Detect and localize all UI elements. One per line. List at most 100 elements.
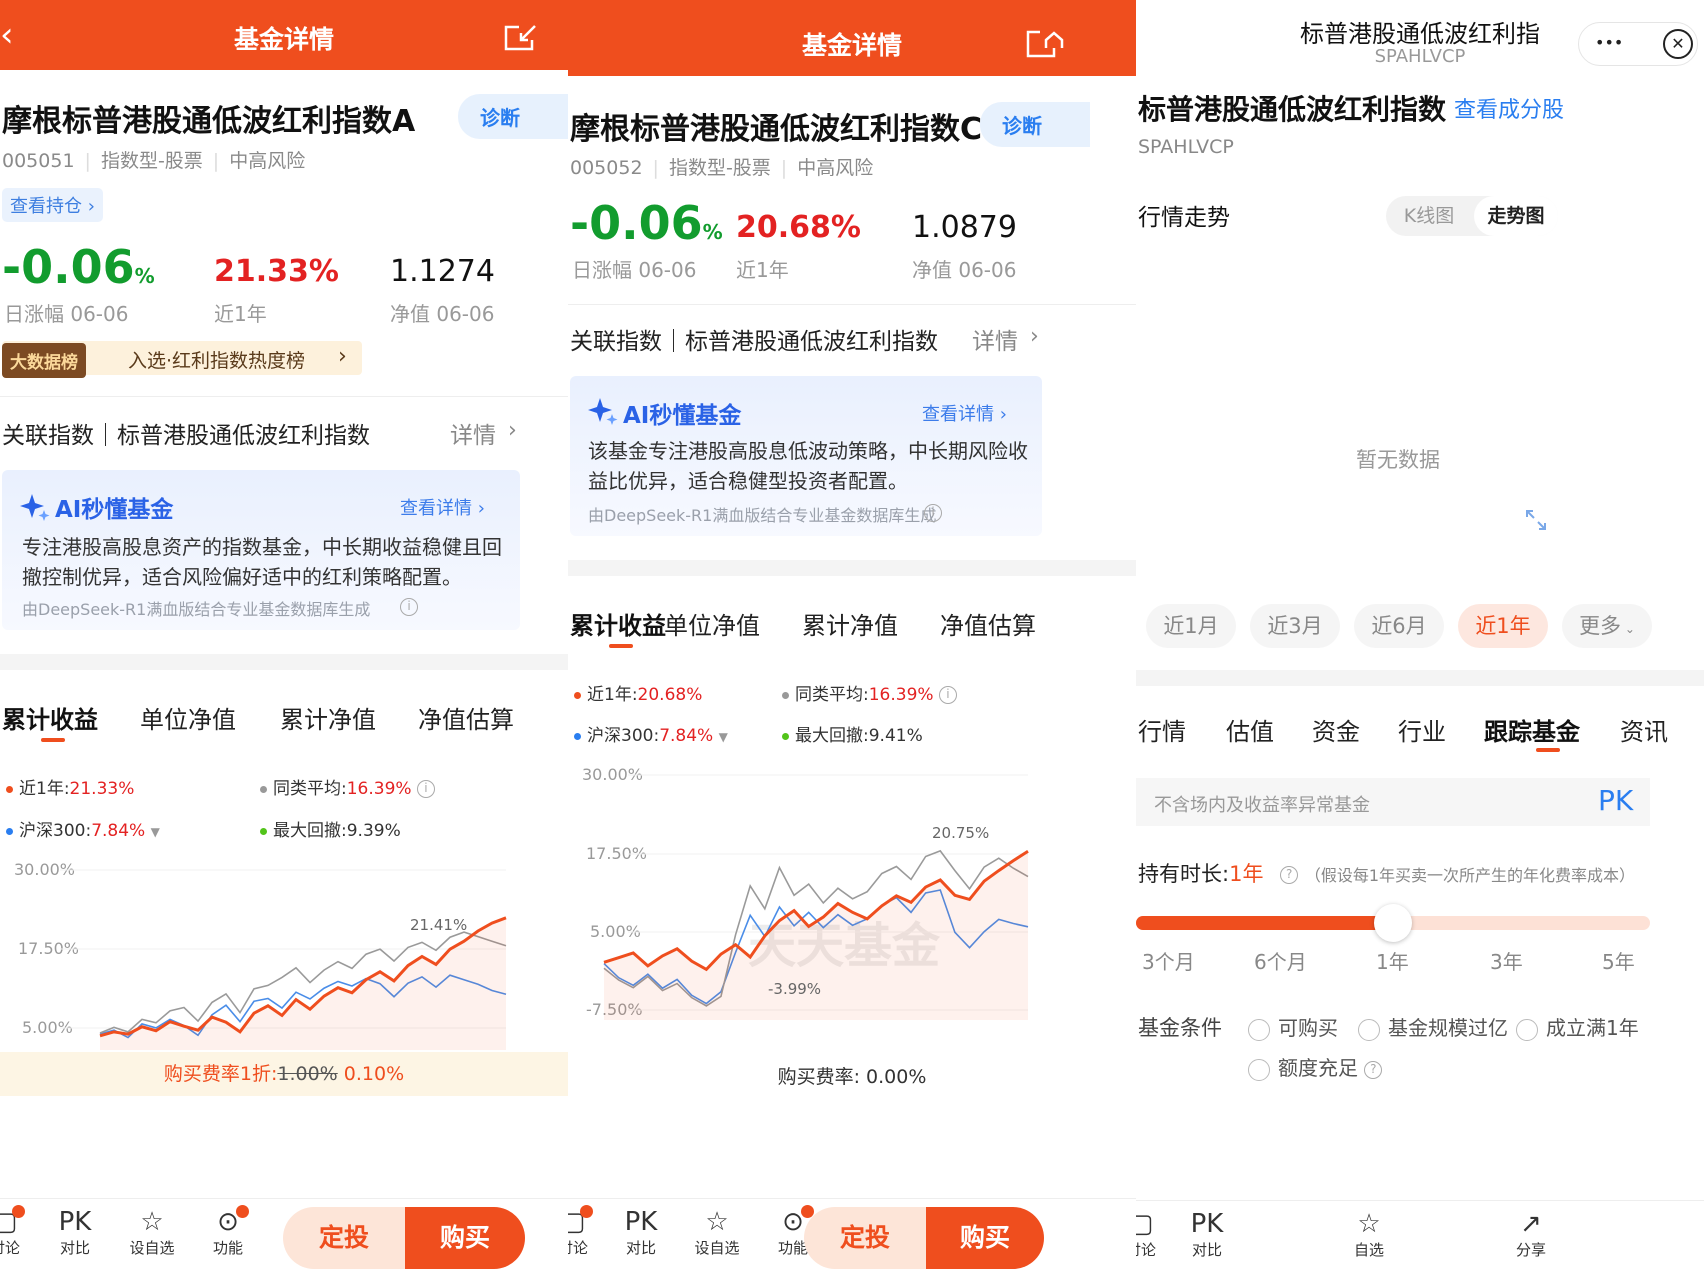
purchase-fee: 购买费率1折:1.00% 0.10%	[0, 1052, 568, 1096]
tab-cumulative-return[interactable]: 累计收益	[2, 700, 98, 735]
info-icon[interactable]: i	[924, 504, 942, 522]
tab-cumulative-nav[interactable]: 累计净值	[280, 700, 376, 735]
compare-button[interactable]: PK 对比	[1172, 1209, 1242, 1260]
tab-news[interactable]: 资讯	[1620, 712, 1668, 747]
star-icon: ☆	[140, 1207, 164, 1237]
slider-tick: 5年	[1602, 950, 1635, 974]
fund-detail-panel-a: ‹ 基金详情 摩根标普港股通低波红利指数A 诊断 005051 | 指数型-股票 | 中…	[0, 0, 568, 1278]
pk-icon: PK	[58, 1207, 92, 1237]
constituents-link[interactable]: 查看成分股	[1454, 92, 1564, 124]
compare-button[interactable]: PK 对比	[606, 1207, 676, 1258]
sparkle-icon	[20, 494, 50, 521]
rank-text: 入选·红利指数热度榜	[128, 350, 306, 372]
add-watchlist-button[interactable]: ☆ 设自选	[682, 1207, 752, 1258]
rank-badge: 大数据榜	[2, 343, 86, 378]
kline-toggle[interactable]: K线图	[1386, 196, 1472, 236]
slider-tick: 3年	[1490, 950, 1523, 974]
auto-invest-button[interactable]: 定投	[804, 1207, 926, 1269]
pk-icon: PK	[624, 1207, 658, 1237]
add-watchlist-button[interactable]: ☆ 设自选	[117, 1207, 187, 1258]
legend-max-drawdown: 最大回撤:9.41%	[782, 721, 923, 746]
fund-type: 指数型-股票	[100, 150, 203, 172]
index-detail-link[interactable]: 详情	[450, 416, 496, 450]
year-return-label: 近1年	[736, 258, 789, 282]
ai-detail-link[interactable]: 查看详情 ›	[922, 400, 1007, 426]
buy-button[interactable]: 购买	[926, 1207, 1044, 1269]
share-exit-icon[interactable]	[503, 24, 537, 52]
functions-button[interactable]: ⊙ 功能	[193, 1207, 263, 1258]
legend-peer-average: 同类平均:16.39% i	[260, 774, 435, 799]
tab-industry[interactable]: 行业	[1398, 712, 1446, 747]
index-detail-link[interactable]: 详情	[972, 322, 1018, 356]
more-icon: ⊙	[217, 1207, 239, 1237]
tab-cumulative-nav[interactable]: 累计净值	[802, 606, 898, 641]
trough-label: -3.99%	[768, 980, 822, 998]
watchlist-button[interactable]: ☆ 自选	[1334, 1209, 1404, 1260]
range-1y[interactable]: 近1年	[1458, 604, 1548, 648]
trend-title: 行情走势	[1138, 205, 1230, 231]
related-index[interactable]: 关联指数｜标普港股通低波红利指数	[2, 416, 370, 450]
pk-button[interactable]: PK	[1598, 784, 1633, 817]
more-icon[interactable]: •••	[1595, 33, 1623, 52]
return-chart[interactable]	[0, 860, 568, 1055]
share-button[interactable]: ↗ 分享	[1496, 1209, 1566, 1260]
legend-csi300[interactable]: 沪深300:7.84% ▼	[574, 721, 728, 746]
legend-csi300[interactable]: 沪深300:7.84% ▼	[6, 816, 160, 841]
rank-banner[interactable]: 大数据榜 入选·红利指数热度榜 ›	[2, 341, 362, 378]
return-chart[interactable]	[568, 770, 1136, 1060]
tab-unit-nav[interactable]: 单位净值	[140, 700, 236, 735]
tab-unit-nav[interactable]: 单位净值	[664, 606, 760, 641]
section-gap	[0, 654, 568, 670]
cond-quota[interactable]: 额度充足 ?	[1248, 1052, 1383, 1081]
header-bar: 基金详情	[568, 0, 1136, 76]
year-return-label: 近1年	[214, 302, 267, 326]
header-bar: ‹ 基金详情	[0, 0, 568, 70]
range-3m[interactable]: 近3月	[1250, 604, 1340, 648]
slider-tick: 1年	[1376, 950, 1409, 974]
no-data: 暂无数据	[1356, 448, 1440, 472]
range-6m[interactable]: 近6月	[1354, 604, 1444, 648]
compare-button[interactable]: PK 对比	[40, 1207, 110, 1258]
purchase-fee: 购买费率: 0.00%	[777, 1066, 927, 1088]
cond-purchasable[interactable]: 可购买	[1248, 1012, 1338, 1041]
fund-meta: 005052 | 指数型-股票 | 中高风险	[570, 157, 874, 179]
tab-tracking-funds[interactable]: 跟踪基金	[1484, 712, 1580, 747]
ai-source: 由DeepSeek-R1满血版结合专业基金数据库生成	[22, 600, 371, 619]
discuss-button[interactable]: ▢讨论	[1136, 1209, 1176, 1260]
index-name: 标普港股通低波红利指数	[1138, 93, 1447, 126]
buy-button[interactable]: 购买	[405, 1207, 525, 1269]
tab-funds[interactable]: 资金	[1312, 712, 1360, 747]
tab-market[interactable]: 行情	[1138, 712, 1186, 747]
related-index[interactable]: 关联指数｜标普港股通低波红利指数	[570, 322, 938, 356]
slider-tick: 6个月	[1254, 950, 1307, 974]
close-icon[interactable]: ✕	[1663, 29, 1693, 59]
auto-invest-button[interactable]: 定投	[283, 1207, 405, 1269]
diagnose-button[interactable]: 诊断	[980, 102, 1090, 147]
tab-cumulative-return[interactable]: 累计收益	[570, 606, 666, 641]
fund-risk: 中高风险	[229, 150, 306, 172]
home-icon[interactable]	[1024, 28, 1064, 60]
chevron-right-icon: ›	[1030, 324, 1039, 349]
ai-detail-link[interactable]: 查看详情 ›	[400, 494, 485, 520]
range-more[interactable]: 更多 ⌄	[1562, 604, 1652, 648]
divider	[0, 396, 568, 397]
cond-age[interactable]: 成立满1年	[1516, 1012, 1639, 1041]
daily-change-label: 日涨幅 06-06	[572, 258, 697, 282]
chat-icon: ▢	[1136, 1209, 1154, 1239]
fund-detail-panel-c: 基金详情 摩根标普港股通低波红利指数C 诊断 005052 | 指数型-股票 | 中高风…	[568, 0, 1136, 1278]
tab-nav-estimate[interactable]: 净值估算	[940, 606, 1036, 641]
info-icon[interactable]: i	[400, 598, 418, 616]
expand-icon[interactable]	[1524, 508, 1548, 532]
holdings-link[interactable]: 查看持仓 ›	[2, 188, 103, 222]
filter-placeholder: 不含场内及收益率异常基金	[1154, 795, 1370, 816]
filter-bar[interactable]: 不含场内及收益率异常基金 PK	[1136, 778, 1650, 826]
year-return: 21.33%	[214, 254, 339, 289]
star-icon: ☆	[705, 1207, 729, 1237]
tab-nav-estimate[interactable]: 净值估算	[418, 700, 514, 735]
holding-slider-thumb[interactable]	[1374, 904, 1412, 942]
trend-toggle[interactable]: 走势图	[1474, 196, 1558, 236]
range-1m[interactable]: 近1月	[1146, 604, 1236, 648]
cond-size[interactable]: 基金规模过亿	[1358, 1012, 1508, 1041]
tab-valuation[interactable]: 估值	[1226, 712, 1274, 747]
diagnose-button[interactable]: 诊断	[458, 94, 568, 139]
